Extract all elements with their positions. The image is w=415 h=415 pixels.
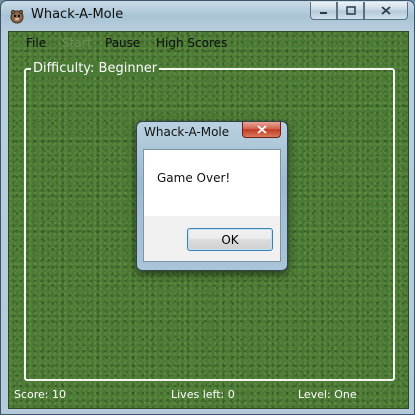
close-button[interactable] (364, 2, 408, 20)
dialog-message: Game Over! (157, 171, 231, 185)
dialog-title: Whack-A-Mole (144, 125, 230, 139)
level-label: Level: One (298, 388, 357, 401)
title-bar[interactable]: Whack-A-Mole (1, 1, 414, 31)
menu-pause[interactable]: Pause (105, 36, 140, 50)
minimize-button[interactable] (310, 2, 337, 20)
ok-button[interactable]: OK (187, 228, 273, 251)
game-over-dialog: Whack-A-Mole Game Over! OK (136, 121, 288, 271)
dialog-body: Game Over! OK (143, 149, 281, 262)
menu-file[interactable]: File (26, 36, 46, 50)
difficulty-label: Difficulty: Beginner (31, 61, 160, 76)
lives-label: Lives left: 0 (171, 388, 235, 401)
close-icon (256, 125, 267, 134)
menu-bar: File Start Pause High Scores (9, 32, 408, 54)
main-window: Whack-A-Mole File Start Pause High Score… (0, 0, 415, 415)
menu-start[interactable]: Start (62, 36, 91, 50)
minimize-icon (320, 12, 327, 14)
dialog-close-button[interactable] (242, 122, 281, 138)
menu-high-scores[interactable]: High Scores (156, 36, 227, 50)
mole-app-icon (10, 9, 24, 24)
maximize-button[interactable] (337, 2, 364, 20)
caption-buttons (310, 2, 408, 20)
dialog-content: Game Over! (144, 150, 280, 216)
score-label: Score: 10 (14, 388, 67, 401)
close-icon (381, 6, 391, 15)
maximize-icon (345, 6, 356, 15)
window-title: Whack-A-Mole (31, 7, 124, 22)
